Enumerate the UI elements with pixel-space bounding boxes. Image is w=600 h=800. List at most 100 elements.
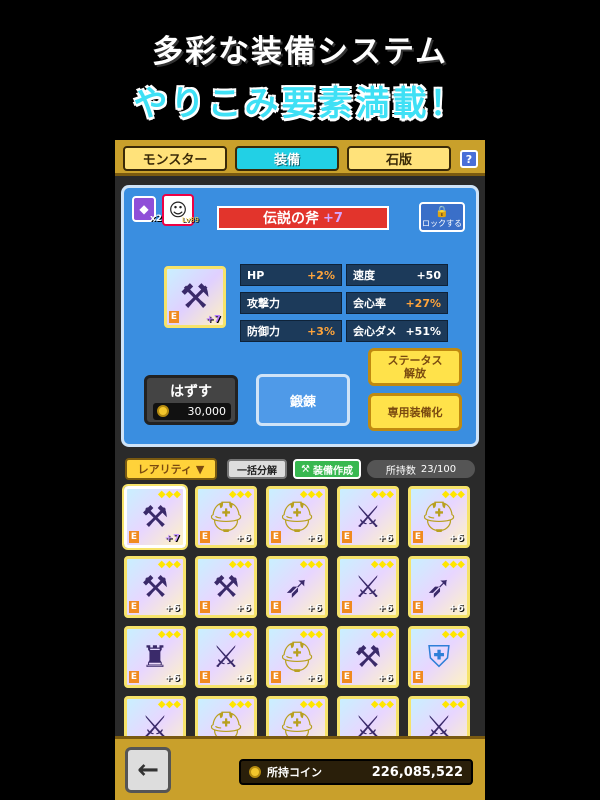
- rarity-sort-dropdown[interactable]: レアリティ ▼: [125, 458, 217, 480]
- rarity-stars: ◆◆◆: [441, 699, 465, 710]
- back-button[interactable]: ←: [125, 747, 171, 793]
- craft-equipment-button[interactable]: ⚒ 装備作成: [293, 459, 361, 479]
- unequip-button[interactable]: はずす 30,000: [144, 375, 238, 425]
- rank-badge: E: [271, 671, 281, 683]
- item-plus-level: +7: [164, 533, 180, 544]
- lock-label: ロックする: [422, 219, 462, 228]
- inventory-item[interactable]: ⛑ ◆◆◆ E +6: [266, 626, 328, 688]
- rank-badge: E: [413, 531, 423, 543]
- rank-badge: E: [342, 531, 352, 543]
- rank-badge: E: [200, 601, 210, 613]
- rank-badge: E: [342, 671, 352, 683]
- rarity-stars: ◆◆◆: [228, 629, 252, 640]
- inventory-item[interactable]: ➶ ◆◆◆ E +6: [266, 556, 328, 618]
- inventory-item[interactable]: ⚔ ◆◆◆ E +6: [337, 556, 399, 618]
- axe-icon: ⚒: [141, 569, 169, 605]
- stat-defense: 防御力 +3%: [240, 320, 342, 342]
- selected-equipment-icon: ⚒ E +7: [164, 266, 226, 328]
- owned-value: 23/100: [420, 463, 457, 475]
- inventory-item[interactable]: ⛑ ◆◆◆ E +6: [195, 486, 257, 548]
- inventory-item[interactable]: ⚒ ◆◆◆ E +7: [124, 486, 186, 548]
- item-plus-level: +6: [377, 533, 393, 544]
- inventory-item[interactable]: ⛨ ◆◆◆ E: [408, 626, 470, 688]
- inventory-item[interactable]: ➶ ◆◆◆ E +6: [408, 556, 470, 618]
- stat-crit-rate: 会心率 +27%: [346, 292, 448, 314]
- inventory-item[interactable]: ⚒ ◆◆◆ E +6: [195, 556, 257, 618]
- stat-value: +50: [416, 268, 441, 282]
- rarity-stars: ◆◆◆: [157, 489, 181, 500]
- rank-badge: E: [413, 601, 423, 613]
- tab-bar: モンスター 装備 石版 ?: [115, 140, 485, 176]
- helmet-icon: ⛑: [277, 499, 317, 535]
- footer-bar: ← 所持コイン 226,085,522: [115, 736, 485, 800]
- rarity-stars: ◆◆◆: [157, 699, 181, 710]
- item-plus-level: +6: [164, 603, 180, 614]
- stat-label: 会心率: [353, 297, 386, 310]
- rarity-stars: ◆◆◆: [441, 489, 465, 500]
- forge-button[interactable]: 鍛錬: [256, 374, 350, 426]
- inventory-item[interactable]: ♜ ◆◆◆ E +6: [124, 626, 186, 688]
- monster-level: Lv89: [182, 216, 199, 224]
- headline-line1: 多彩な装備システム: [151, 34, 449, 70]
- axe-icon: ⚒: [354, 639, 382, 675]
- item-plus-level: +6: [377, 673, 393, 684]
- owned-label: 所持数: [385, 465, 416, 477]
- bow-icon: ➶: [426, 569, 452, 605]
- stat-value: +27%: [405, 296, 441, 310]
- exclusive-equip-button[interactable]: 専用装備化: [368, 393, 462, 431]
- sword-icon: ⚔: [354, 569, 382, 605]
- gem-count: x2: [150, 214, 163, 224]
- rank-badge: E: [129, 601, 139, 613]
- rarity-stars: ◆◆◆: [370, 559, 394, 570]
- item-name: 伝説の斧: [263, 211, 320, 227]
- inventory-item[interactable]: ⚒ ◆◆◆ E +6: [124, 556, 186, 618]
- craft-label: 装備作成: [312, 465, 353, 477]
- sword-icon: ⚔: [212, 639, 240, 675]
- stat-speed: 速度 +50: [346, 264, 448, 286]
- game-screen: モンスター 装備 石版 ? ◆ x2 ☺ Lv89 伝説の斧 +7 🔒 ロックす…: [115, 140, 485, 800]
- tab-monster[interactable]: モンスター: [123, 146, 227, 171]
- inventory-item[interactable]: ⚔ ◆◆◆ E +6: [337, 486, 399, 548]
- item-plus-level: +6: [448, 603, 464, 614]
- rank-badge: E: [129, 531, 139, 543]
- armor-icon: ♜: [141, 639, 169, 675]
- rank-badge: E: [342, 601, 352, 613]
- stat-label: 防御力: [247, 325, 280, 338]
- status-unlock-line1: ステータス: [387, 354, 443, 367]
- unequip-label: はずす: [170, 384, 212, 400]
- stat-label: HP: [247, 268, 265, 282]
- inventory-item[interactable]: ⛑ ◆◆◆ E +6: [408, 486, 470, 548]
- help-button[interactable]: ?: [460, 150, 478, 168]
- inventory-item[interactable]: ⛑ ◆◆◆ E +6: [266, 486, 328, 548]
- item-plus-level: +6: [235, 533, 251, 544]
- status-unlock-button[interactable]: ステータス 解放: [368, 348, 462, 386]
- rank-badge: E: [271, 601, 281, 613]
- coin-icon: [249, 766, 261, 778]
- axe-icon: ⚒: [141, 499, 169, 535]
- stat-crit-damage: 会心ダメ +51%: [346, 320, 448, 342]
- rarity-stars: ◆◆◆: [370, 699, 394, 710]
- equipment-detail-panel: ◆ x2 ☺ Lv89 伝説の斧 +7 🔒 ロックする ⚒ E +7 HP +2…: [121, 185, 479, 447]
- helmet-icon: ⛑: [419, 499, 459, 535]
- rank-badge: E: [169, 311, 179, 323]
- rarity-stars: ◆◆◆: [299, 629, 323, 640]
- inventory-toolbar: レアリティ ▼ 一括分解 ⚒ 装備作成 所持数 23/100: [115, 454, 485, 484]
- inventory-grid: ⚒ ◆◆◆ E +7 ⛑ ◆◆◆ E +6 ⛑ ◆◆◆ E +6 ⚔ ◆◆◆ E +6 ⛑ ◆◆◆ E +6 ⚒ ◆◆◆ E…: [121, 486, 479, 758]
- item-plus-level: +6: [306, 603, 322, 614]
- item-plus-level: +6: [235, 603, 251, 614]
- item-plus-level: +6: [306, 533, 322, 544]
- headline-line2: やりこみ要素満載！: [133, 84, 467, 124]
- tab-equipment[interactable]: 装備: [235, 146, 339, 171]
- lock-button[interactable]: 🔒 ロックする: [419, 202, 465, 232]
- rank-badge: E: [200, 531, 210, 543]
- tab-stone-tablet[interactable]: 石版: [347, 146, 451, 171]
- stat-value: +3%: [307, 324, 335, 338]
- bulk-disassemble-button[interactable]: 一括分解: [227, 459, 287, 479]
- rarity-stars: ◆◆◆: [157, 559, 181, 570]
- coin-label: 所持コイン: [267, 766, 322, 779]
- inventory-item[interactable]: ⚒ ◆◆◆ E +6: [337, 626, 399, 688]
- coin-icon: [157, 405, 169, 417]
- inventory-item[interactable]: ⚔ ◆◆◆ E +6: [195, 626, 257, 688]
- unequip-cost: 30,000: [153, 403, 231, 420]
- axe-icon: ⚒: [179, 277, 211, 317]
